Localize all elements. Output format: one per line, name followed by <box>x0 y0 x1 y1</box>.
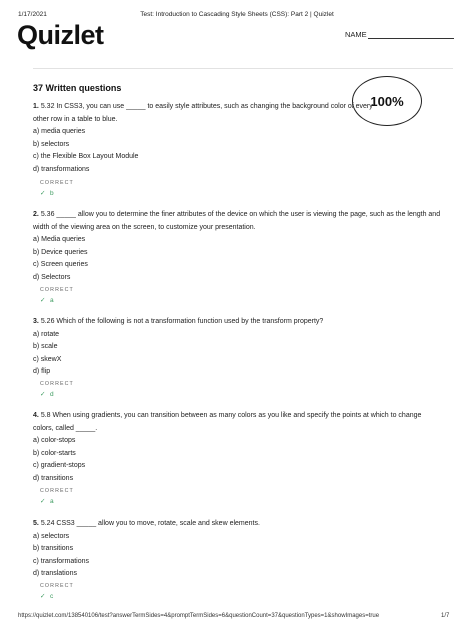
answer-value: a <box>50 498 54 505</box>
option-b: b) Device queries <box>33 248 88 256</box>
question-3: 3. 5.26 Which of the following is not a t… <box>33 316 443 379</box>
answer-row: ✓ a <box>40 497 54 505</box>
option-b: b) scale <box>33 343 58 350</box>
question-stem: 3. 5.26 Which of the following is not a t… <box>33 316 443 329</box>
check-icon: ✓ <box>40 190 46 197</box>
question-stem: 2. 5.36 _____ allow you to determine the … <box>33 209 443 234</box>
option-a: a) Media queries <box>33 236 86 243</box>
question-2: 2. 5.36 _____ allow you to determine the … <box>33 209 443 284</box>
question-number: 4. <box>33 412 39 419</box>
name-underline <box>367 30 454 39</box>
option-c: c) Screen queries <box>33 261 88 268</box>
option-c: c) transformations <box>33 557 90 565</box>
answer-value: c <box>50 593 54 600</box>
option-d: d) flip <box>33 368 51 375</box>
question-5: 5. 5.24 CSS3 _____ allow you to move, rot… <box>33 518 443 581</box>
option-b: b) color-starts <box>33 449 76 457</box>
option-d: d) Selectors <box>33 273 71 281</box>
quizlet-logo[interactable]: Quizlet <box>17 20 104 51</box>
answer-value: d <box>50 391 54 398</box>
question-text: 5.24 CSS3 _____ allow you to move, rotat… <box>40 520 260 527</box>
option-c: c) skewX <box>33 355 62 363</box>
option-d: d) transformations <box>33 165 90 173</box>
status-label: CORRECT <box>40 180 74 186</box>
option-a: a) media queries <box>33 128 86 135</box>
option-d: d) translations <box>33 570 77 577</box>
question-text: 5.32 In CSS3, you can use _____ to easil… <box>33 103 373 123</box>
option-d: d) transitions <box>33 474 74 482</box>
name-field: NAME <box>345 30 454 39</box>
option-c: c) gradient-stops <box>33 462 86 469</box>
option-c: c) the Flexible Box Layout Module <box>33 153 139 160</box>
question-stem: 5. 5.24 CSS3 _____ allow you to move, rot… <box>33 518 443 531</box>
option-b: b) selectors <box>33 140 70 148</box>
question-stem: 4. 5.8 When using gradients, you can tran… <box>33 410 443 435</box>
question-4: 4. 5.8 When using gradients, you can tran… <box>33 410 443 485</box>
status-label: CORRECT <box>40 583 74 589</box>
answer-row: ✓ d <box>40 390 54 398</box>
question-number: 2. <box>33 211 39 218</box>
answer-row: ✓ b <box>40 189 54 197</box>
check-icon: ✓ <box>40 297 46 304</box>
option-a: a) rotate <box>33 330 60 338</box>
question-number: 5. <box>33 520 39 527</box>
print-header-title: Test: Introduction to Cascading Style Sh… <box>140 11 334 18</box>
answer-value: a <box>50 297 54 304</box>
question-number: 3. <box>33 318 39 325</box>
status-label: CORRECT <box>40 287 74 293</box>
check-icon: ✓ <box>40 498 46 505</box>
header-divider <box>33 68 453 69</box>
check-icon: ✓ <box>40 391 46 398</box>
option-b: b) transitions <box>33 545 74 552</box>
question-text: 5.36 _____ allow you to determine the fi… <box>33 211 441 231</box>
name-label: NAME <box>345 30 367 39</box>
answer-row: ✓ c <box>40 592 53 600</box>
option-a: a) color-stops <box>33 437 76 444</box>
page-number: 1/7 <box>441 613 450 619</box>
question-text: 5.26 Which of the following is not a tra… <box>40 318 324 325</box>
footer-url[interactable]: https://quizlet.com/138540106/test?answe… <box>18 613 379 619</box>
status-label: CORRECT <box>40 381 74 387</box>
option-a: a) selectors <box>33 532 70 540</box>
check-icon: ✓ <box>40 593 46 600</box>
status-label: CORRECT <box>40 488 74 494</box>
answer-value: b <box>50 190 54 197</box>
question-number: 1. <box>33 103 39 110</box>
question-stem: 1. 5.32 In CSS3, you can use _____ to eas… <box>33 101 378 126</box>
answer-row: ✓ a <box>40 296 54 304</box>
question-1: 1. 5.32 In CSS3, you can use _____ to eas… <box>33 101 443 176</box>
question-text: 5.8 When using gradients, you can transi… <box>33 412 422 432</box>
section-title: 37 Written questions <box>33 83 122 93</box>
